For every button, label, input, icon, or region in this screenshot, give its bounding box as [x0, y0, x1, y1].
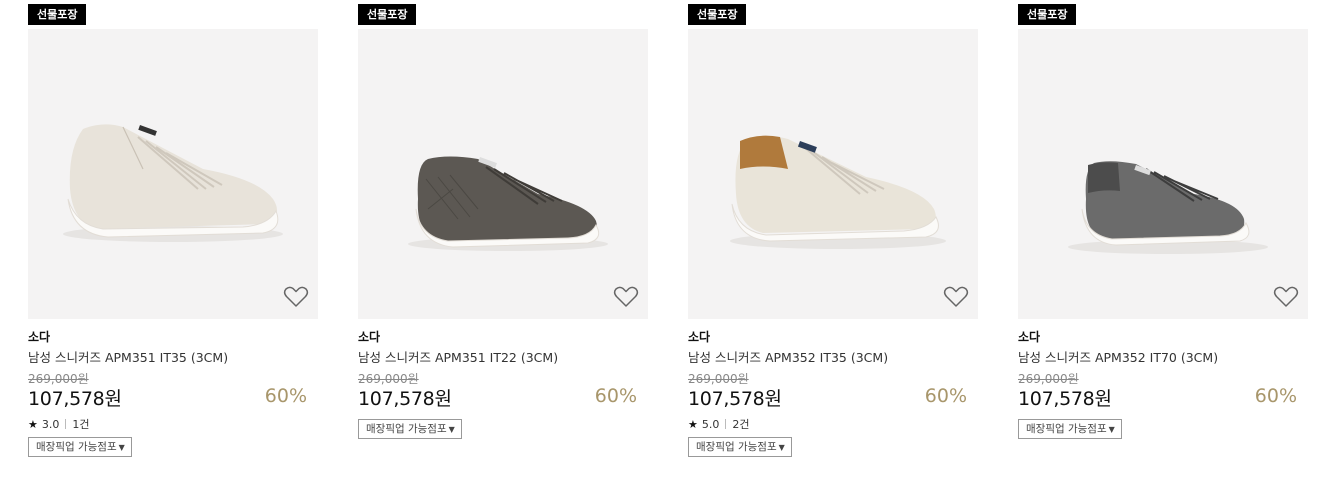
heart-outline-icon[interactable]: [1273, 285, 1299, 309]
product-name[interactable]: 남성 스니커즈 APM352 IT70 (3CM): [1018, 347, 1218, 366]
caret-down-icon: ▼: [118, 443, 125, 452]
sale-price: 107,578원: [358, 388, 452, 410]
store-pickup-dropdown[interactable]: 매장픽업 가능점포 ▼: [688, 437, 792, 457]
heart-outline-icon[interactable]: [283, 285, 309, 309]
rating-value: 5.0: [701, 417, 720, 431]
product-card[interactable]: 선물포장 소다 남성 스니커즈 APM351 IT35 (3CM) 269,00…: [28, 0, 320, 483]
caret-down-icon: ▼: [448, 425, 455, 434]
product-image[interactable]: [688, 29, 978, 319]
gift-wrap-badge: 선물포장: [28, 4, 87, 25]
product-name[interactable]: 남성 스니커즈 APM351 IT22 (3CM): [358, 347, 558, 366]
brand-name: 소다: [688, 330, 711, 344]
shoe-image: [63, 124, 283, 242]
sale-price: 107,578원: [1018, 388, 1112, 410]
sale-price: 107,578원: [688, 388, 782, 410]
gift-wrap-badge: 선물포장: [358, 4, 417, 25]
caret-down-icon: ▼: [778, 443, 785, 452]
product-card[interactable]: 선물포장 소다 남성 스니커즈 APM352 IT35 (3CM) 269,00…: [688, 0, 980, 483]
product-image[interactable]: [358, 29, 648, 319]
shoe-image: [1068, 161, 1268, 254]
discount-rate: 60%: [924, 385, 967, 407]
product-name[interactable]: 남성 스니커즈 APM351 IT35 (3CM): [28, 347, 228, 366]
caret-down-icon: ▼: [1108, 425, 1115, 434]
store-pickup-label: 매장픽업 가능점포: [36, 441, 117, 453]
shoe-image: [408, 156, 608, 251]
review-count: 2건: [732, 418, 750, 431]
product-grid: 선물포장 소다 남성 스니커즈 APM351 IT35 (3CM) 269,00…: [0, 0, 1328, 483]
product-card[interactable]: 선물포장 소다 남성 스니커즈 APM352 IT70 (3CM) 269,00…: [1018, 0, 1310, 483]
gift-wrap-badge: 선물포장: [688, 4, 747, 25]
rating-summary: ★ 5.0 2건: [688, 416, 750, 432]
gift-wrap-badge: 선물포장: [1018, 4, 1077, 25]
brand-name: 소다: [1018, 330, 1041, 344]
store-pickup-label: 매장픽업 가능점포: [696, 441, 777, 453]
shoe-image: [730, 135, 946, 249]
store-pickup-dropdown[interactable]: 매장픽업 가능점포 ▼: [1018, 419, 1122, 439]
product-image[interactable]: [1018, 29, 1308, 319]
rating-summary: ★ 3.0 1건: [28, 416, 90, 432]
brand-name: 소다: [358, 330, 381, 344]
review-count: 1건: [72, 418, 90, 431]
product-card[interactable]: 선물포장 소다 남성 스니커즈 APM351 IT22 (3CM) 269,00…: [358, 0, 650, 483]
discount-rate: 60%: [264, 385, 307, 407]
rating-value: 3.0: [41, 417, 60, 431]
discount-rate: 60%: [594, 385, 637, 407]
store-pickup-dropdown[interactable]: 매장픽업 가능점포 ▼: [358, 419, 462, 439]
star-icon: ★: [28, 417, 38, 431]
store-pickup-label: 매장픽업 가능점포: [1026, 423, 1107, 435]
heart-outline-icon[interactable]: [943, 285, 969, 309]
sale-price: 107,578원: [28, 388, 122, 410]
discount-rate: 60%: [1254, 385, 1297, 407]
star-icon: ★: [688, 417, 698, 431]
divider: [65, 419, 67, 429]
divider: [725, 419, 727, 429]
store-pickup-label: 매장픽업 가능점포: [366, 423, 447, 435]
heart-outline-icon[interactable]: [613, 285, 639, 309]
product-image[interactable]: [28, 29, 318, 319]
product-name[interactable]: 남성 스니커즈 APM352 IT35 (3CM): [688, 347, 888, 366]
shoe-upper: [69, 124, 277, 229]
store-pickup-dropdown[interactable]: 매장픽업 가능점포 ▼: [28, 437, 132, 457]
brand-name: 소다: [28, 330, 51, 344]
